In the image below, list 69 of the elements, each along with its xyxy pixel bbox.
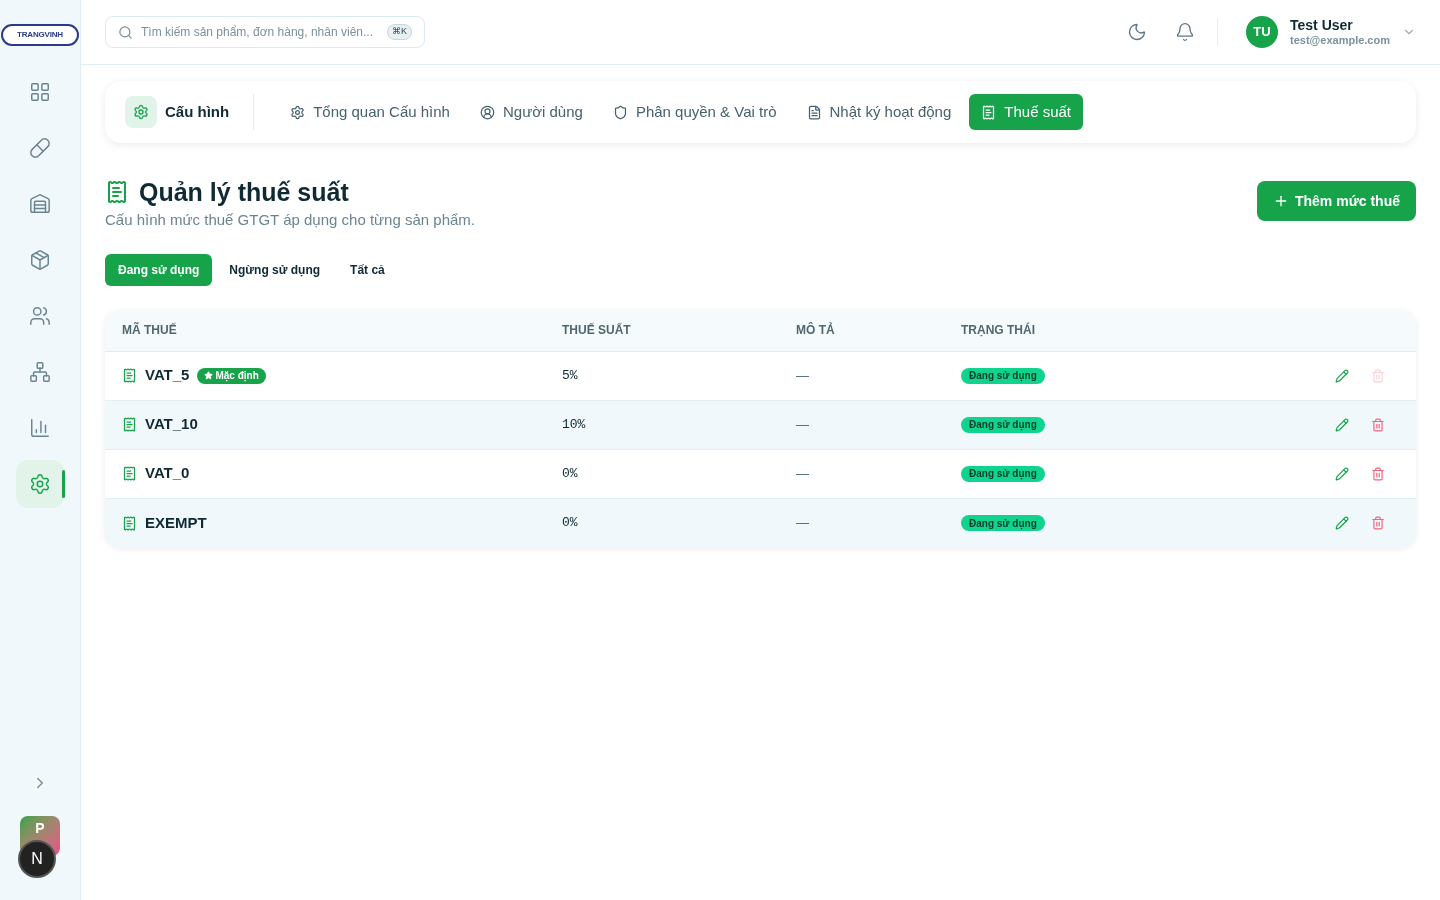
- pill-icon: [29, 137, 51, 159]
- config-tab[interactable]: Người dùng: [467, 94, 595, 130]
- config-title: Cấu hình: [165, 101, 230, 122]
- config-tab[interactable]: Tổng quan Cấu hình: [278, 94, 462, 130]
- tax-rate: 0%: [562, 464, 579, 483]
- chart-icon: [29, 417, 51, 439]
- tax-code: VAT_0: [145, 463, 190, 484]
- trash-icon: [1371, 368, 1385, 383]
- description: —: [796, 366, 810, 385]
- status-badge: Đang sử dụng: [961, 515, 1045, 531]
- edit-icon: [1335, 368, 1349, 383]
- config-tab[interactable]: Phân quyền & Vai trò: [600, 94, 789, 130]
- settings-icon: [290, 104, 306, 120]
- search-field[interactable]: Tìm kiếm sản phẩm, đơn hàng, nhân viên... ⌘K: [105, 16, 425, 48]
- moon-icon[interactable]: [1127, 22, 1147, 42]
- users-icon: [29, 305, 51, 327]
- trash-icon: [1371, 417, 1385, 432]
- column-header: MÔ TẢ: [796, 321, 836, 339]
- tax-rate: 0%: [562, 514, 579, 533]
- trash-icon: [1371, 466, 1385, 481]
- page-subtitle: Cấu hình mức thuế GTGT áp dụng cho từng sản phẩm.: [105, 210, 476, 230]
- tax-code: EXEMPT: [145, 512, 207, 533]
- filter-tab[interactable]: Ngừng sử dụng: [216, 253, 334, 286]
- description: —: [796, 415, 810, 434]
- bell-icon[interactable]: [1175, 22, 1195, 42]
- warehouse-icon: [29, 193, 51, 215]
- dev-badge[interactable]: N: [18, 840, 56, 878]
- receipt-icon: [122, 466, 137, 481]
- default-badge: Mặc định: [197, 367, 266, 384]
- edit-icon: [1335, 417, 1349, 432]
- status-badge: Đang sử dụng: [961, 465, 1045, 482]
- page-title: Quản lý thuế suất: [139, 177, 349, 207]
- receipt-icon: [105, 180, 129, 204]
- star-icon: [204, 371, 214, 380]
- receipt-icon: [122, 515, 137, 531]
- receipt-icon: [122, 417, 137, 432]
- logo[interactable]: TRANGVINH: [1, 24, 79, 46]
- settings-icon: [133, 104, 149, 120]
- search-icon: [118, 24, 133, 40]
- trash-icon: [1371, 516, 1385, 530]
- user-email: test@example.com: [1290, 34, 1390, 47]
- filter-tab[interactable]: Tất cả: [337, 253, 398, 286]
- edit-icon: [1335, 466, 1349, 481]
- hierarchy-icon: [29, 361, 51, 383]
- tax-rate: 5%: [562, 366, 579, 385]
- status-badge: Đang sử dụng: [961, 367, 1045, 384]
- status-badge: Đang sử dụng: [961, 416, 1045, 433]
- receipt-icon: [122, 368, 137, 383]
- user-name: Test User: [1290, 17, 1354, 34]
- description: —: [796, 464, 810, 483]
- column-header: MÃ THUẾ: [122, 321, 178, 339]
- tax-code: VAT_5: [145, 365, 190, 386]
- column-header: TRẠNG THÁI: [961, 321, 1036, 339]
- shield-icon: [612, 104, 628, 120]
- column-header: THUẾ SUẤT: [562, 321, 632, 339]
- box-icon: [29, 249, 51, 271]
- receipt-icon: [981, 104, 997, 120]
- description: —: [796, 514, 810, 533]
- tax-code: VAT_10: [145, 414, 198, 435]
- shortcut-key: ⌘K: [387, 24, 412, 40]
- edit-icon: [1335, 516, 1349, 530]
- search-placeholder: Tìm kiếm sản phẩm, đơn hàng, nhân viên...: [141, 24, 374, 41]
- sidebar-item[interactable]: [16, 460, 64, 508]
- config-tab[interactable]: Nhật ký hoạt động: [794, 94, 964, 130]
- tax-rate: 10%: [562, 415, 587, 434]
- grid-icon: [29, 81, 51, 103]
- settings-icon: [29, 473, 51, 495]
- user-circle-icon: [479, 104, 495, 120]
- document-icon: [806, 104, 822, 120]
